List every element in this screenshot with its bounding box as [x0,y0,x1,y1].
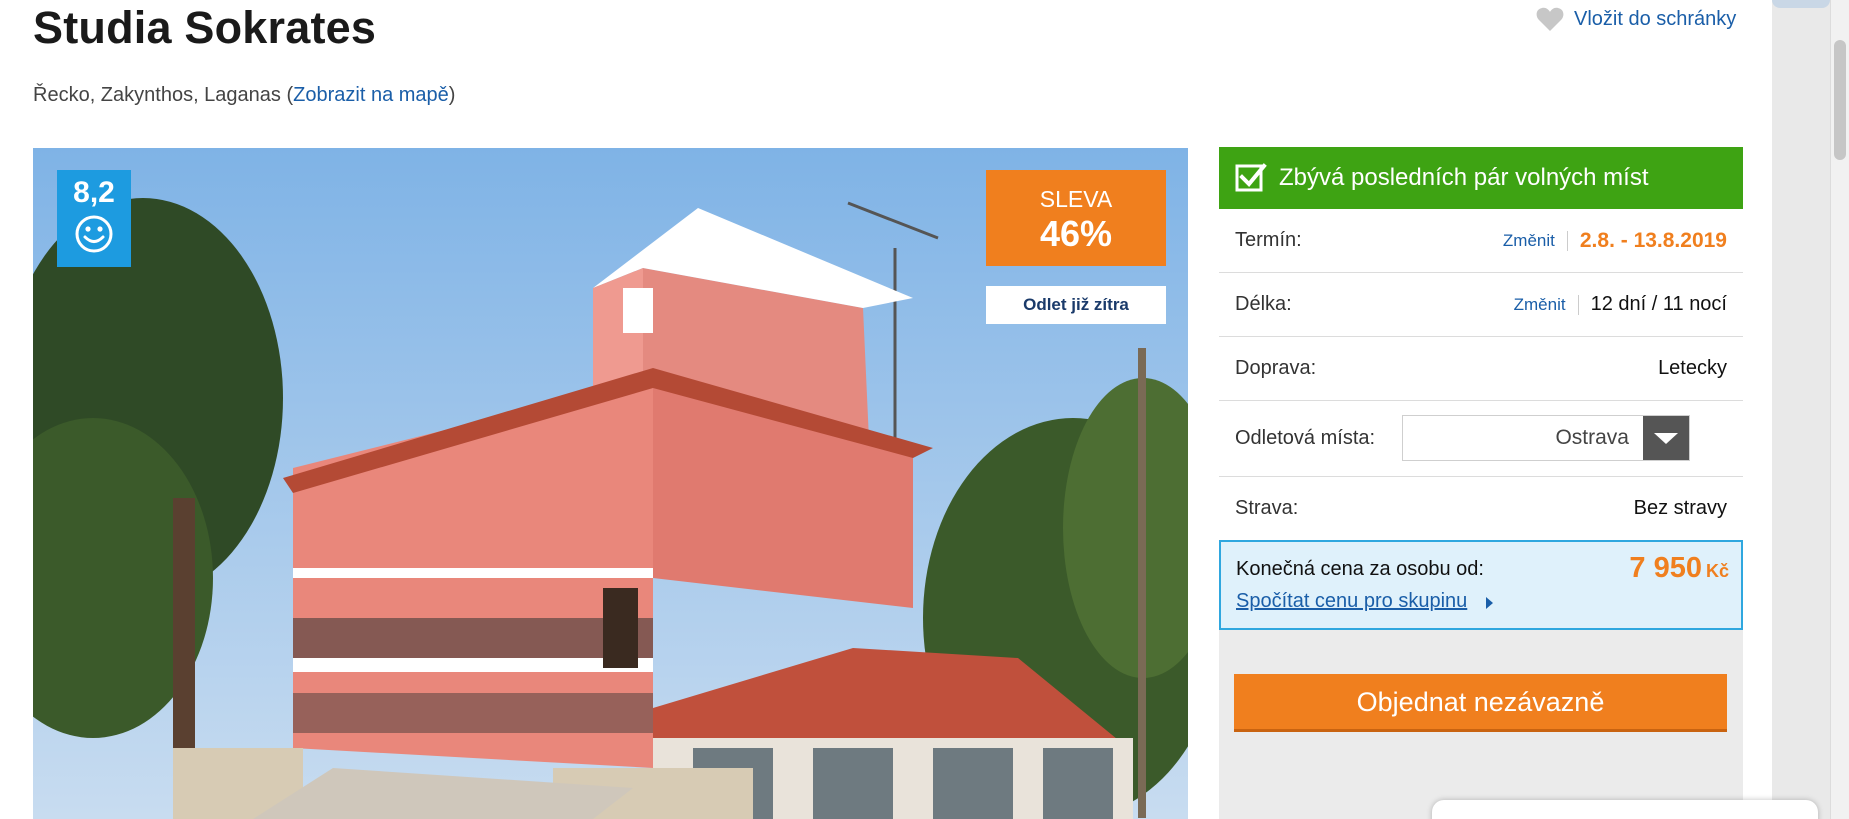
discount-badge: SLEVA 46% [986,170,1166,266]
departure-label: Odletová místa: [1235,427,1376,449]
chevron-down-icon[interactable] [1643,416,1689,460]
group-price-link[interactable]: Spočítat cenu pro skupinu [1236,590,1467,613]
price-currency: Kč [1705,561,1729,581]
departure-tomorrow-badge: Odlet již zítra [986,286,1166,324]
price-amount: 7 950 [1629,552,1702,584]
board-label: Strava: [1235,497,1299,519]
chat-widget[interactable] [1432,800,1818,819]
term-label: Termín: [1235,229,1302,251]
discount-label: SLEVA [1039,186,1113,212]
availability-text: Zbývá posledních pár volných míst [1279,164,1649,191]
location-suffix: ) [448,84,456,106]
add-to-favorites-label: Vložit do schránky [1574,7,1737,30]
board-row: Strava: Bez stravy [1219,477,1743,541]
price-label: Konečná cena za osobu od: [1236,558,1484,580]
availability-banner: Zbývá posledních pár volných míst [1219,147,1743,209]
heart-icon [1536,7,1564,31]
length-value: 12 dní / 11 nocí [1590,293,1727,315]
departure-select-value: Ostrava [1555,426,1629,449]
transport-row: Doprava: Letecky [1219,337,1743,401]
transport-value: Letecky [1658,357,1727,379]
hotel-title: Studia Sokrates [33,2,377,53]
length-label: Délka: [1235,293,1292,315]
departure-select[interactable]: Ostrava [1402,415,1690,461]
change-term-link[interactable]: Změnit [1503,230,1568,251]
scrollbar[interactable] [1830,0,1849,819]
location-text: Řecko, Zakynthos, Laganas ( [33,84,294,106]
hotel-location: Řecko, Zakynthos, Laganas (Zobrazit na m… [33,84,455,107]
board-value: Bez stravy [1633,497,1727,519]
length-row: Délka: Změnit 12 dní / 11 nocí [1219,273,1743,337]
change-length-link[interactable]: Změnit [1514,294,1579,315]
term-value: 2.8. - 13.8.2019 [1579,228,1727,252]
decorative-corner [1772,0,1830,8]
departure-row: Odletová místa: Ostrava [1219,401,1743,477]
order-button[interactable]: Objednat nezávazně [1234,674,1727,732]
discount-value: 46% [1039,213,1113,254]
show-on-map-link[interactable]: Zobrazit na mapě [293,84,449,106]
caret-right-icon [1486,597,1493,609]
term-row: Termín: Změnit 2.8. - 13.8.2019 [1219,209,1743,273]
rating-badge: 8,2 [57,170,131,267]
rating-value: 8,2 [73,176,115,209]
transport-label: Doprava: [1235,357,1317,379]
price-value: 7 950 Kč [1629,552,1729,585]
price-box: Konečná cena za osobu od: Spočítat cenu … [1219,540,1743,630]
scrollbar-thumb[interactable] [1834,40,1846,160]
booking-details: Termín: Změnit 2.8. - 13.8.2019 Délka: Z… [1219,209,1743,541]
checkbox-checked-icon [1235,163,1267,192]
add-to-favorites-button[interactable]: Vložit do schránky [1536,6,1736,32]
smiley-icon [75,215,113,253]
